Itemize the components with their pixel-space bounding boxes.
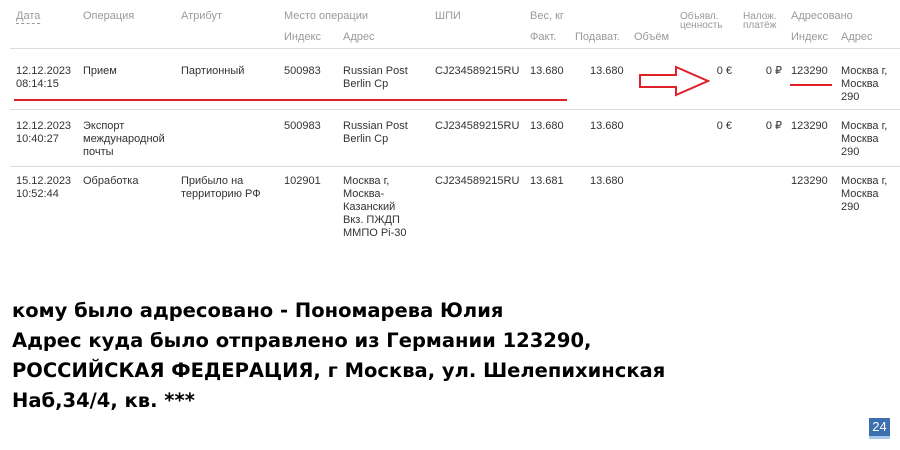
tracking-table: Дата Операция Атрибут Место операции ШПИ… <box>0 0 900 260</box>
row-time: 10:52:44 <box>16 188 59 200</box>
row-addressed-address: Москва <box>841 133 879 145</box>
header-weight-actual: Факт. <box>530 31 557 43</box>
row-shpi[interactable]: CJ234589215RU <box>435 65 519 78</box>
row-addressed-address: Москва г, <box>841 175 888 187</box>
message-line: Наб,34/4, кв. *** <box>12 389 195 412</box>
row-date: 12.12.2023 <box>16 65 72 77</box>
message-line: Адрес куда было отправлено из Германии 1… <box>12 329 592 352</box>
row-place-index: 500983 <box>284 120 321 132</box>
row-place-index: 500983 <box>284 65 321 77</box>
header-operation: Операция <box>83 10 135 22</box>
row-attribute: Партионный <box>181 65 245 77</box>
message-line: РОССИЙСКАЯ ФЕДЕРАЦИЯ, г Москва, ул. Шеле… <box>12 359 666 382</box>
row-addressed-address: Москва <box>841 78 879 90</box>
row-operation: Обработка <box>83 175 139 187</box>
header-date[interactable]: Дата <box>16 10 41 24</box>
row-weight-declared: 13.680 <box>590 175 624 187</box>
header-place-index: Индекс <box>284 31 321 43</box>
row-cod: 0 ₽ <box>765 65 782 77</box>
row-weight-declared: 13.680 <box>590 65 624 77</box>
row-operation: Прием <box>83 65 117 77</box>
underline-annotation <box>790 84 832 86</box>
row-place-address: Berlin Cp <box>343 78 389 90</box>
row-addressed-address: 290 <box>841 201 860 213</box>
row-place-address: ММПО Pi-30 <box>343 227 407 239</box>
row-weight-declared: 13.680 <box>590 120 624 132</box>
row-addressed-index: 123290 <box>791 120 828 132</box>
row-cod: 0 ₽ <box>765 120 782 132</box>
row-declared-value: 0 € <box>716 120 732 132</box>
row-attribute: Прибыло на <box>181 175 244 187</box>
header-attribute: Атрибут <box>181 10 222 22</box>
row-place-address: Вкз. ПЖДП <box>343 214 400 226</box>
row-weight-actual: 13.680 <box>530 65 564 77</box>
row-time: 10:40:27 <box>16 133 59 145</box>
row-addressed-address: Москва г, <box>841 65 888 77</box>
row-addressed-address: 290 <box>841 91 860 103</box>
header-place: Место операции <box>284 10 369 22</box>
underline-annotation <box>14 99 567 101</box>
row-addressed-index: 123290 <box>791 65 828 77</box>
row-operation: почты <box>83 146 114 158</box>
row-addressed-index: 123290 <box>791 175 828 187</box>
header-volume: Объём <box>634 31 670 43</box>
header-addressed: Адресовано <box>791 10 853 22</box>
row-divider <box>10 166 900 167</box>
row-operation: международной <box>83 133 165 145</box>
logo-badge: 24 <box>869 418 890 439</box>
row-attribute: территорию РФ <box>181 188 261 200</box>
row-place-index: 102901 <box>284 175 321 187</box>
header-cod-2: платёж <box>743 20 777 31</box>
header-weight-declared: Подават. <box>575 31 620 43</box>
header-weight: Вес, кг <box>530 10 564 22</box>
row-time: 08:14:15 <box>16 78 59 90</box>
row-place-address: Russian Post <box>343 120 408 132</box>
row-date: 12.12.2023 <box>16 120 72 132</box>
header-declared-value-2: ценность <box>680 20 723 31</box>
row-place-address: Москва г, <box>343 175 390 187</box>
header-addressed-address: Адрес <box>841 31 873 43</box>
header-shpi: ШПИ <box>435 10 461 22</box>
row-place-address: Russian Post <box>343 65 408 77</box>
row-addressed-address: Москва <box>841 188 879 200</box>
recipient-message: кому было адресовано - Пономарева Юлия А… <box>12 296 872 416</box>
message-line: кому было адресовано - Пономарева Юлия <box>12 299 504 322</box>
row-addressed-address: Москва г, <box>841 120 888 132</box>
row-place-address: Berlin Cp <box>343 133 389 145</box>
row-weight-actual: 13.680 <box>530 120 564 132</box>
row-date: 15.12.2023 <box>16 175 72 187</box>
row-shpi[interactable]: CJ234589215RU <box>435 120 519 133</box>
header-divider <box>10 48 900 49</box>
row-place-address: Казанский <box>343 201 396 213</box>
row-shpi[interactable]: CJ234589215RU <box>435 175 519 188</box>
row-place-address: Москва- <box>343 188 385 200</box>
arrow-right-icon <box>639 65 710 97</box>
row-weight-actual: 13.681 <box>530 175 564 187</box>
row-divider <box>10 109 900 110</box>
header-addressed-index: Индекс <box>791 31 828 43</box>
row-operation: Экспорт <box>83 120 125 132</box>
row-addressed-address: 290 <box>841 146 860 158</box>
header-place-address: Адрес <box>343 31 375 43</box>
